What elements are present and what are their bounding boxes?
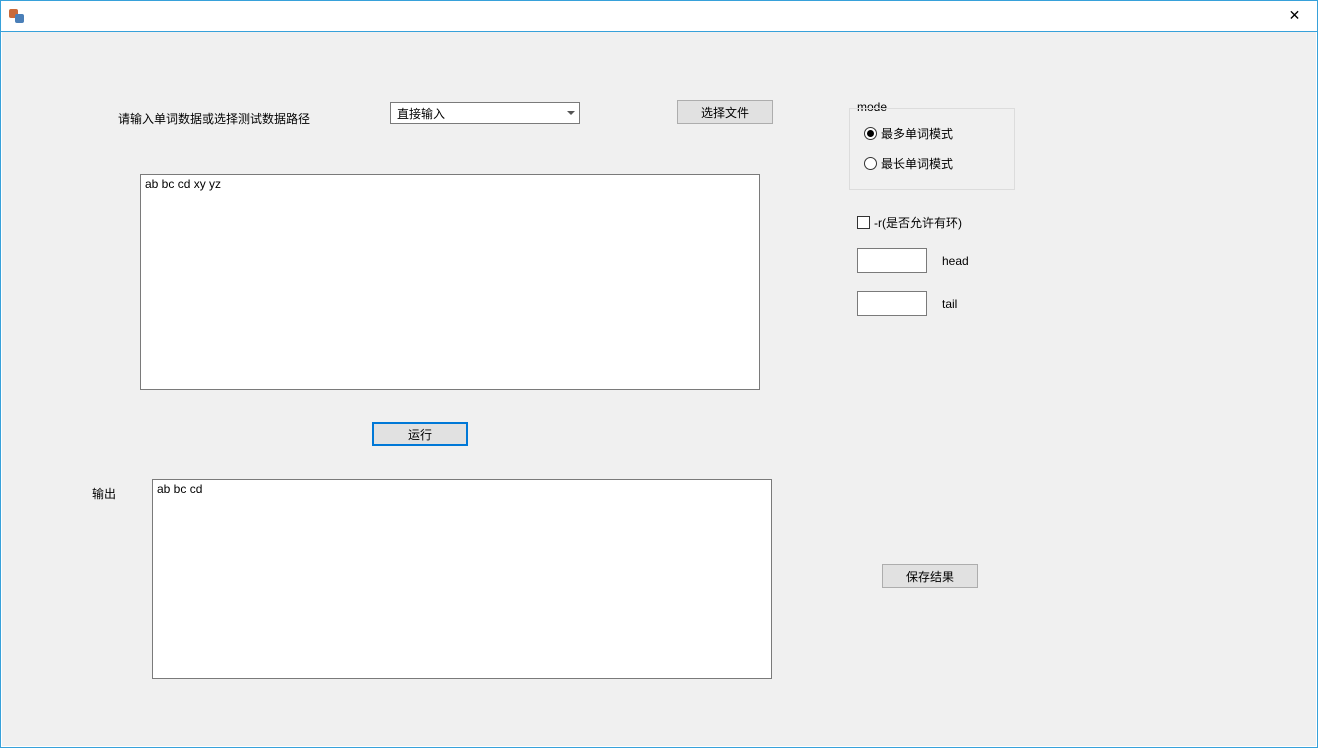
head-input[interactable] [857,248,927,273]
app-window: ✕ 请输入单词数据或选择测试数据路径 直接输入 选择文件 运行 输出 mode … [0,0,1318,748]
choose-file-button-label: 选择文件 [701,104,749,121]
input-prompt-label: 请输入单词数据或选择测试数据路径 [118,110,310,127]
titlebar: ✕ [1,1,1317,32]
run-button-label: 运行 [408,426,432,443]
chevron-down-icon [567,111,575,115]
save-result-button-label: 保存结果 [906,568,954,585]
run-button[interactable]: 运行 [372,422,468,446]
input-textarea[interactable] [140,174,760,390]
radio-most-words-label: 最多单词模式 [881,125,953,142]
radio-most-words[interactable]: 最多单词模式 [864,125,953,142]
app-icon [9,8,25,24]
radio-longest-words-label: 最长单词模式 [881,155,953,172]
input-method-select[interactable]: 直接输入 [390,102,580,124]
radio-longest-words[interactable]: 最长单词模式 [864,155,953,172]
head-label: head [942,254,969,268]
input-method-selected: 直接输入 [397,105,445,122]
mode-groupbox: 最多单词模式 最长单词模式 [849,108,1015,190]
radio-icon [864,157,877,170]
output-label: 输出 [92,485,116,502]
allow-cycle-checkbox[interactable]: -r(是否允许有环) [857,214,962,231]
choose-file-button[interactable]: 选择文件 [677,100,773,124]
allow-cycle-label: -r(是否允许有环) [874,214,962,231]
checkbox-icon [857,216,870,229]
client-area: 请输入单词数据或选择测试数据路径 直接输入 选择文件 运行 输出 mode 最多… [2,32,1316,746]
close-icon[interactable]: ✕ [1272,1,1317,30]
tail-label: tail [942,297,957,311]
tail-input[interactable] [857,291,927,316]
save-result-button[interactable]: 保存结果 [882,564,978,588]
radio-icon [864,127,877,140]
output-textarea[interactable] [152,479,772,679]
